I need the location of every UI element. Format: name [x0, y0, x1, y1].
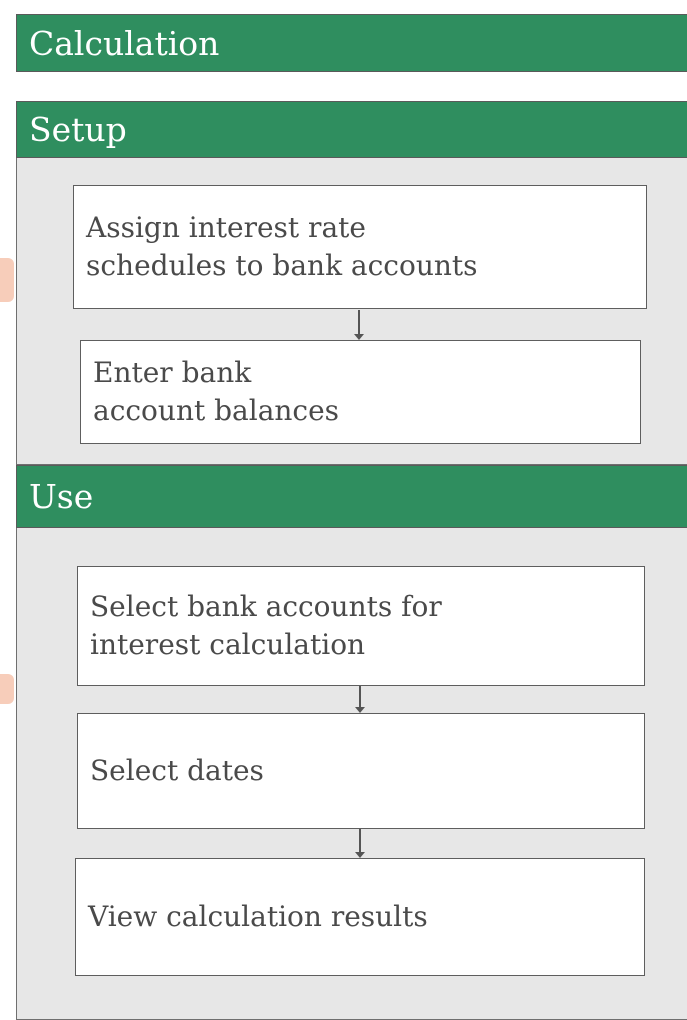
step-view-results: View calculation results: [75, 858, 645, 976]
step-enter-balances: Enter bank account balances: [80, 340, 641, 444]
step-select-accounts: Select bank accounts for interest calcul…: [77, 566, 645, 686]
use-header: Use: [16, 465, 687, 528]
watermark-fragment-top: [0, 258, 14, 302]
calculation-title: Calculation: [29, 23, 220, 63]
watermark-fragment-bottom: [0, 674, 14, 704]
setup-header: Setup: [16, 101, 687, 158]
setup-title: Setup: [29, 110, 127, 149]
calculation-header: Calculation: [16, 14, 687, 72]
arrow-setup-1: [354, 310, 364, 340]
step-assign-rate-schedules: Assign interest rate schedules to bank a…: [73, 185, 647, 309]
step-select-dates: Select dates: [77, 713, 645, 829]
arrow-use-1: [355, 686, 365, 713]
use-title: Use: [29, 477, 94, 516]
arrow-use-2: [355, 829, 365, 858]
